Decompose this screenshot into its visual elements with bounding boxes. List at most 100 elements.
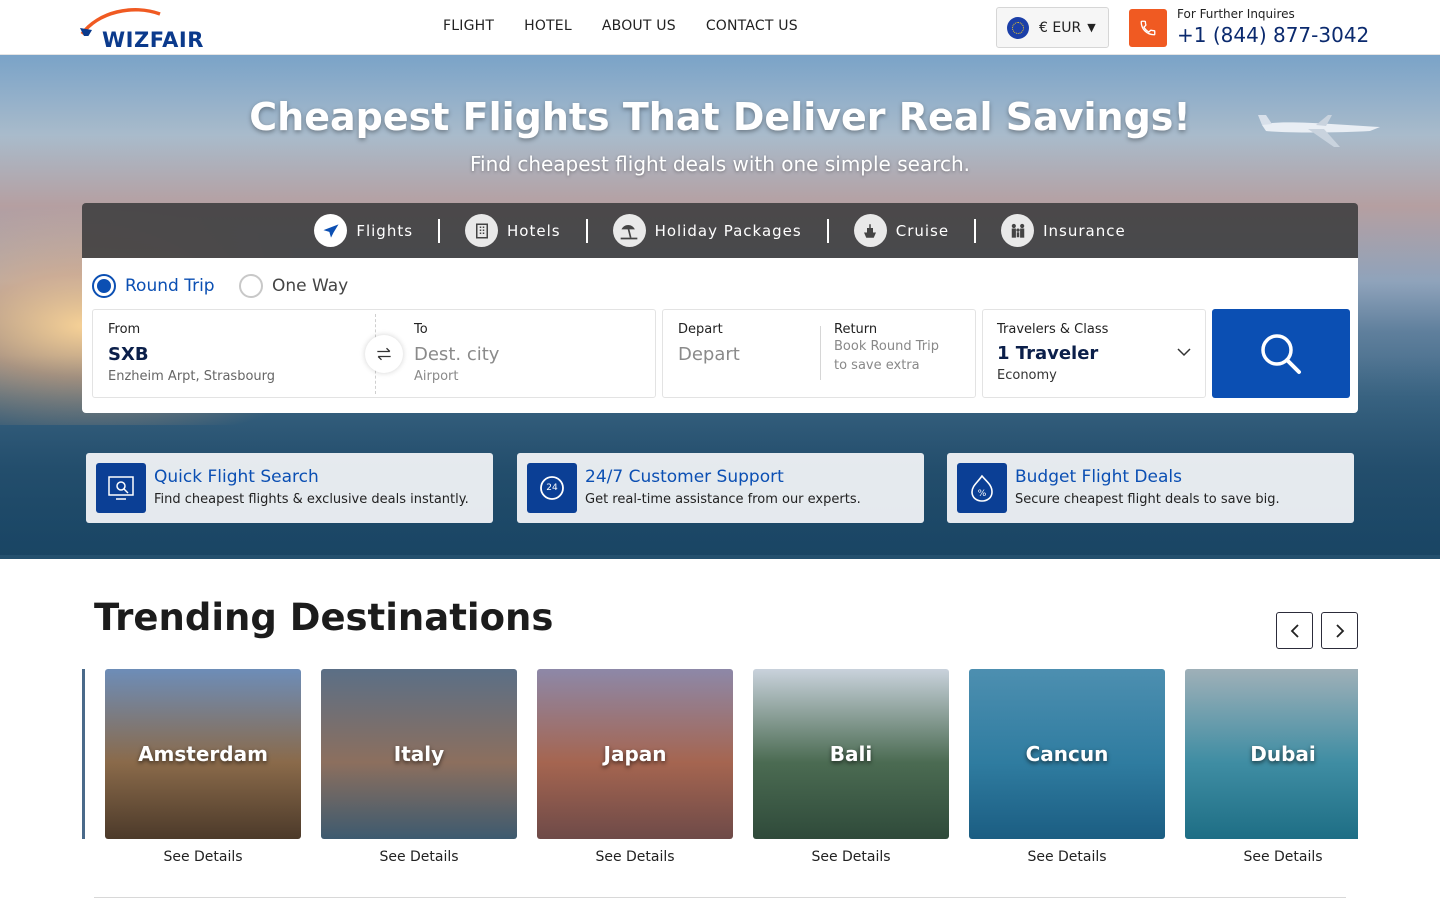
phone-icon[interactable]: [1129, 9, 1167, 47]
destination-image[interactable]: Bali: [753, 669, 949, 839]
destination-card[interactable]: Amsterdam See Details: [105, 669, 301, 865]
wizfair-logo[interactable]: WIZFAIR: [78, 6, 218, 52]
family-icon: [1001, 214, 1035, 247]
trip-round-trip[interactable]: Round Trip: [92, 274, 215, 298]
destination-card[interactable]: Japan See Details: [537, 669, 733, 865]
dates-field: Depart Depart Return Book Round Trip to …: [662, 309, 976, 398]
tab-divider: [826, 218, 829, 243]
nav-hotel[interactable]: HOTEL: [524, 18, 572, 34]
see-details-link[interactable]: See Details: [105, 849, 301, 865]
discount-fire-icon: %: [957, 463, 1007, 513]
main-nav: FLIGHT HOTEL ABOUT US CONTACT US: [443, 18, 798, 34]
destination-name: Dubai: [1250, 742, 1316, 766]
to-label: To: [414, 322, 428, 337]
radio-one-way[interactable]: [239, 274, 263, 298]
to-sub: Airport: [414, 369, 459, 384]
tab-cruise[interactable]: Cruise: [853, 214, 950, 247]
one-way-label: One Way: [272, 276, 349, 296]
destination-image[interactable]: Cancun: [969, 669, 1165, 839]
nav-about-us[interactable]: ABOUT US: [602, 18, 676, 34]
feature-desc: Secure cheapest flight deals to save big…: [1015, 492, 1280, 507]
search-button[interactable]: [1212, 309, 1350, 398]
destination-card[interactable]: Bali See Details: [753, 669, 949, 865]
travelers-value: 1 Traveler: [997, 343, 1099, 364]
feature-title: Budget Flight Deals: [1015, 467, 1182, 487]
nav-contact-us[interactable]: CONTACT US: [706, 18, 798, 34]
feature-card-budget-deals: % Budget Flight Deals Secure cheapest fl…: [947, 453, 1354, 523]
search-screen-icon: [96, 463, 146, 513]
beach-umbrella-icon: [612, 214, 646, 247]
from-label: From: [108, 322, 141, 337]
destination-image[interactable]: Amsterdam: [105, 669, 301, 839]
tab-divider: [585, 218, 588, 243]
caret-down-icon: ▼: [1087, 21, 1096, 34]
feature-desc: Find cheapest flights & exclusive deals …: [154, 492, 469, 507]
return-hint-2: to save extra: [834, 358, 920, 373]
feature-desc: Get real-time assistance from our expert…: [585, 492, 861, 507]
support-24-icon: 24: [527, 463, 577, 513]
section-title-trending: Trending Destinations: [94, 596, 554, 639]
destination-name: Bali: [829, 742, 873, 766]
from-airport: Enzheim Arpt, Strasbourg: [108, 369, 276, 384]
route-field: From SXB Enzheim Arpt, Strasbourg To Des…: [92, 309, 656, 398]
chevron-left-icon: [1290, 623, 1299, 638]
section-divider: [94, 897, 1346, 898]
see-details-link[interactable]: See Details: [1185, 849, 1358, 865]
destination-card[interactable]: Cancun See Details: [969, 669, 1165, 865]
tab-divider: [974, 218, 977, 243]
tab-label: Insurance: [1043, 221, 1126, 240]
tab-flights[interactable]: Flights: [314, 214, 413, 247]
feature-title: 24/7 Customer Support: [585, 467, 784, 487]
chevron-down-icon: [1177, 348, 1191, 357]
contact-caption: For Further Inquires: [1177, 7, 1295, 21]
ship-icon: [853, 214, 887, 247]
see-details-link[interactable]: See Details: [969, 849, 1165, 865]
nav-flight[interactable]: FLIGHT: [443, 18, 494, 34]
tab-insurance[interactable]: Insurance: [1001, 214, 1126, 247]
return-hint-1: Book Round Trip: [834, 339, 939, 354]
tab-holiday-packages[interactable]: Holiday Packages: [612, 214, 802, 247]
flight-search-form: Round Trip One Way From SXB Enzheim Arpt…: [82, 258, 1358, 413]
svg-text:24: 24: [546, 483, 558, 493]
destination-name: Japan: [603, 742, 667, 766]
tab-hotels[interactable]: Hotels: [465, 214, 561, 247]
destination-image[interactable]: Italy: [321, 669, 517, 839]
feature-title: Quick Flight Search: [154, 467, 319, 487]
tab-label: Flights: [356, 221, 414, 240]
destinations-carousel: Amsterdam See Details Italy See Details Japa…: [82, 669, 1358, 874]
destination-image[interactable]: Dubai: [1185, 669, 1358, 839]
see-details-link[interactable]: See Details: [753, 849, 949, 865]
travelers-label: Travelers & Class: [997, 322, 1109, 337]
carousel-peek-card: [82, 669, 85, 839]
currency-label: € EUR: [1039, 19, 1082, 36]
carousel-prev-button[interactable]: [1276, 612, 1313, 649]
search-icon: [1261, 333, 1301, 374]
hero-title: Cheapest Flights That Deliver Real Savin…: [249, 95, 1191, 139]
destination-name: Amsterdam: [138, 742, 268, 766]
see-details-link[interactable]: See Details: [537, 849, 733, 865]
carousel-next-button[interactable]: [1321, 612, 1358, 649]
tab-label: Holiday Packages: [654, 221, 802, 240]
to-placeholder: Dest. city: [414, 344, 500, 365]
travel-class: Economy: [997, 368, 1057, 383]
svg-text:%: %: [978, 489, 987, 499]
depart-placeholder: Depart: [678, 344, 740, 365]
building-icon: [465, 214, 499, 247]
swap-icon[interactable]: [365, 335, 403, 373]
hero-subtitle: Find cheapest flight deals with one simp…: [469, 152, 971, 176]
destination-image[interactable]: Japan: [537, 669, 733, 839]
travelers-field[interactable]: Travelers & Class 1 Traveler Economy: [982, 309, 1206, 398]
tab-label: Cruise: [895, 221, 950, 240]
destination-card[interactable]: Dubai See Details: [1185, 669, 1358, 865]
return-label: Return: [834, 322, 878, 337]
round-trip-label: Round Trip: [125, 276, 215, 296]
contact-phone[interactable]: +1 (844) 877-3042: [1177, 23, 1369, 47]
see-details-link[interactable]: See Details: [321, 849, 517, 865]
currency-selector[interactable]: € EUR ▼: [996, 7, 1109, 48]
destination-card[interactable]: Italy See Details: [321, 669, 517, 865]
logo-text: WIZFAIR: [102, 28, 204, 52]
trip-one-way[interactable]: One Way: [239, 274, 348, 298]
eu-flag-icon: [1007, 16, 1029, 39]
radio-round-trip[interactable]: [92, 274, 116, 298]
product-tabs: Flights Hotels Holiday Packages Cruise I…: [82, 203, 1358, 258]
